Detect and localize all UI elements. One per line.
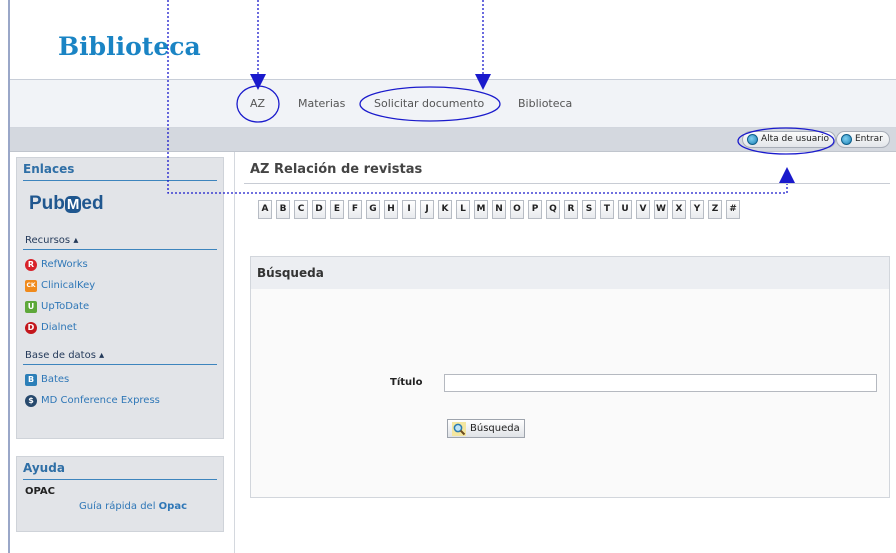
letter-hash-button[interactable]: # (726, 200, 740, 219)
letter-t-button[interactable]: T (600, 200, 614, 219)
pubmed-logo-suffix: ed (81, 193, 104, 214)
uptodate-icon: U (25, 300, 37, 313)
letter-h-button[interactable]: H (384, 200, 398, 219)
sidebar-item-refworks[interactable]: R RefWorks (23, 254, 217, 275)
search-icon (452, 422, 466, 436)
sidebar-item-label: Dialnet (41, 322, 77, 333)
letter-k-button[interactable]: K (438, 200, 452, 219)
sidebar-item-label: UpToDate (41, 301, 90, 312)
sidebar-item-dialnet[interactable]: D Dialnet (23, 317, 217, 338)
databases-heading[interactable]: Base de datos ▴ (23, 348, 217, 365)
search-button-label: Búsqueda (470, 423, 520, 434)
letter-p-button[interactable]: P (528, 200, 542, 219)
sidebar-item-label: MD Conference Express (41, 395, 160, 406)
opac-guide-bold: Opac (158, 501, 187, 512)
letter-g-button[interactable]: G (366, 200, 380, 219)
resources-list: R RefWorks CK ClinicalKey U UpToDate D D… (23, 254, 217, 338)
opac-guide-link[interactable]: Guía rápida del Opac (23, 501, 217, 512)
sidebar-item-clinicalkey[interactable]: CK ClinicalKey (23, 275, 217, 296)
title-field-label: Título (390, 377, 423, 388)
letter-q-button[interactable]: Q (546, 200, 560, 219)
letter-o-button[interactable]: O (510, 200, 524, 219)
letter-f-button[interactable]: F (348, 200, 362, 219)
signup-button-label: Alta de usuario (761, 134, 829, 144)
letter-u-button[interactable]: U (618, 200, 632, 219)
sidebar-item-uptodate[interactable]: U UpToDate (23, 296, 217, 317)
databases-list: B Bates $ MD Conference Express (23, 369, 217, 411)
alphabet-index: A B C D E F G H I J K L M N O P Q R S T U V W X Y Z # (258, 200, 744, 219)
pubmed-logo-m: M (64, 196, 82, 213)
nav-item-materias[interactable]: Materias (298, 97, 345, 110)
column-divider (234, 152, 235, 553)
letter-i-button[interactable]: I (402, 200, 416, 219)
letter-l-button[interactable]: L (456, 200, 470, 219)
pubmed-logo[interactable]: Pub Med (29, 193, 217, 215)
search-header: Búsqueda (251, 257, 889, 289)
letter-w-button[interactable]: W (654, 200, 668, 219)
site-logo[interactable]: Biblioteca (58, 32, 201, 61)
signup-button[interactable]: Alta de usuario (742, 131, 836, 148)
letter-m-button[interactable]: M (474, 200, 488, 219)
sidebar-item-label: Bates (41, 374, 70, 385)
dialnet-icon: D (25, 321, 37, 334)
pubmed-logo-prefix: Pub (29, 193, 65, 214)
letter-y-button[interactable]: Y (690, 200, 704, 219)
letter-d-button[interactable]: D (312, 200, 326, 219)
clinicalkey-icon: CK (25, 279, 37, 292)
user-toolbar: Alta de usuario Entrar (10, 128, 896, 152)
circle-arrow-icon (747, 134, 758, 145)
circle-arrow-icon (841, 134, 852, 145)
links-title: Enlaces (23, 162, 217, 181)
sidebar-item-md-conference[interactable]: $ MD Conference Express (23, 390, 217, 411)
letter-e-button[interactable]: E (330, 200, 344, 219)
letter-b-button[interactable]: B (276, 200, 290, 219)
search-panel: Búsqueda Título Búsqueda (250, 256, 890, 498)
sidebar: Enlaces Pub Med Recursos ▴ R RefWorks CK … (16, 157, 224, 439)
sidebar-item-label: RefWorks (41, 259, 88, 270)
links-panel: Enlaces Pub Med Recursos ▴ R RefWorks CK … (16, 157, 224, 439)
title-divider (244, 183, 890, 184)
letter-j-button[interactable]: J (420, 200, 434, 219)
help-panel: Ayuda OPAC Guía rápida del Opac (16, 456, 224, 532)
search-button[interactable]: Búsqueda (447, 419, 525, 438)
letter-a-button[interactable]: A (258, 200, 272, 219)
page-title: AZ Relación de revistas (250, 162, 423, 177)
main-nav: AZ Materias Solicitar documento Bibliote… (10, 80, 896, 128)
md-conference-icon: $ (25, 394, 37, 407)
letter-n-button[interactable]: N (492, 200, 506, 219)
letter-r-button[interactable]: R (564, 200, 578, 219)
resources-heading[interactable]: Recursos ▴ (23, 233, 217, 250)
nav-item-az[interactable]: AZ (250, 97, 265, 110)
opac-label: OPAC (25, 486, 55, 497)
sidebar-item-label: ClinicalKey (41, 280, 96, 291)
search-title: Búsqueda (257, 266, 324, 280)
sidebar-item-bates[interactable]: B Bates (23, 369, 217, 390)
letter-s-button[interactable]: S (582, 200, 596, 219)
letter-v-button[interactable]: V (636, 200, 650, 219)
letter-c-button[interactable]: C (294, 200, 308, 219)
header: Biblioteca (10, 0, 896, 80)
bates-icon: B (25, 373, 37, 386)
nav-item-solicitar-documento[interactable]: Solicitar documento (374, 97, 484, 110)
login-button-label: Entrar (855, 134, 883, 144)
opac-guide-text: Guía rápida del (79, 501, 159, 512)
title-search-input[interactable] (444, 374, 877, 392)
letter-x-button[interactable]: X (672, 200, 686, 219)
help-title: Ayuda (23, 461, 217, 480)
refworks-icon: R (25, 258, 37, 271)
letter-z-button[interactable]: Z (708, 200, 722, 219)
login-button[interactable]: Entrar (836, 131, 890, 148)
nav-item-biblioteca[interactable]: Biblioteca (518, 97, 572, 110)
